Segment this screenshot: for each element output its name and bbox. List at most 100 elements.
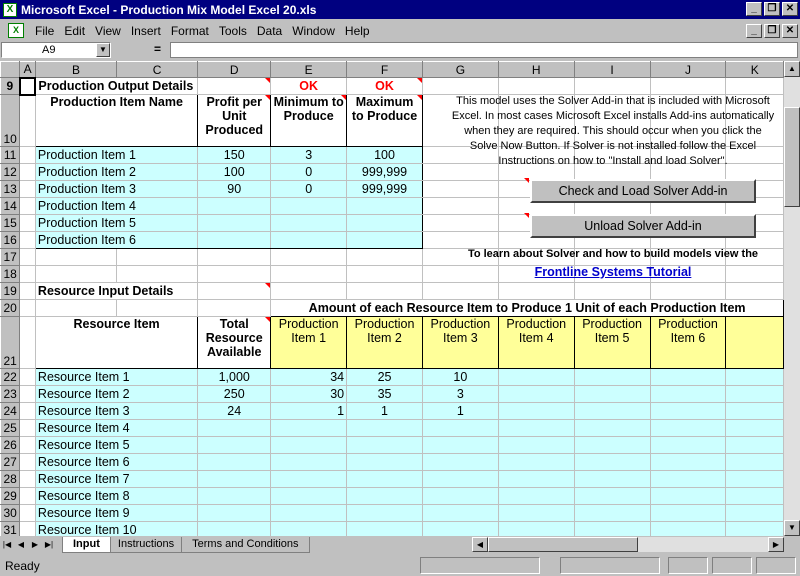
usage-cell[interactable] [270,487,348,505]
cell[interactable] [649,282,727,300]
row-header[interactable]: 23 [0,385,21,403]
cell[interactable] [497,282,575,300]
min-cell[interactable] [270,197,348,215]
resource-name-cell[interactable]: Resource Item 9 [34,504,199,522]
row-header[interactable]: 19 [0,282,21,300]
usage-cell[interactable] [649,470,727,488]
tab-input[interactable]: Input [62,536,111,553]
usage-cell[interactable] [421,470,499,488]
profit-cell[interactable]: 100 [197,163,272,181]
resource-total-cell[interactable]: 24 [197,402,272,420]
usage-cell[interactable]: 30 [270,385,348,403]
col-header-b[interactable]: B [34,61,118,78]
cell[interactable] [19,299,36,317]
cell[interactable] [19,197,36,215]
profit-cell[interactable] [197,197,272,215]
usage-cell[interactable] [497,385,575,403]
min-cell[interactable]: 3 [270,146,348,164]
usage-cell[interactable] [346,453,423,471]
resource-total-cell[interactable] [197,487,272,505]
cell[interactable] [649,77,727,95]
usage-cell[interactable] [573,402,651,420]
menu-tools[interactable]: Tools [214,24,252,38]
menu-file[interactable]: File [30,24,59,38]
product-name-cell[interactable]: Production Item 4 [34,197,199,215]
cell[interactable] [270,265,348,283]
usage-cell[interactable] [725,436,784,454]
cell[interactable] [19,504,36,522]
usage-cell[interactable] [649,504,727,522]
usage-cell[interactable] [649,453,727,471]
max-cell[interactable]: 100 [346,146,423,164]
cell[interactable] [197,265,272,283]
row-header[interactable]: 24 [0,402,21,420]
cell[interactable] [19,453,36,471]
usage-cell[interactable] [725,419,784,437]
col-header-h[interactable]: H [497,61,575,78]
cell[interactable] [19,385,36,403]
usage-cell[interactable] [497,419,575,437]
cell[interactable] [421,282,499,300]
usage-cell[interactable] [725,470,784,488]
row-header[interactable]: 20 [0,299,21,317]
cell[interactable] [34,248,118,266]
cell[interactable] [197,77,272,95]
cell[interactable] [421,231,499,249]
cell[interactable] [19,282,36,300]
row-header[interactable]: 29 [0,487,21,505]
usage-cell[interactable] [649,487,727,505]
usage-cell[interactable] [573,436,651,454]
cell[interactable] [497,77,575,95]
row-header[interactable]: 25 [0,419,21,437]
h-scroll-thumb[interactable] [488,537,638,552]
usage-cell[interactable] [649,368,727,386]
usage-cell[interactable] [573,487,651,505]
cell[interactable] [573,282,651,300]
cell[interactable] [19,163,36,181]
resource-total-cell[interactable] [197,504,272,522]
cell[interactable] [197,248,272,266]
resource-total-cell[interactable] [197,419,272,437]
row-header[interactable]: 28 [0,470,21,488]
usage-cell[interactable] [497,402,575,420]
cell[interactable] [19,419,36,437]
resource-name-cell[interactable]: Resource Item 6 [34,453,199,471]
usage-cell[interactable] [725,504,784,522]
row-header[interactable]: 18 [0,265,21,283]
usage-cell[interactable]: 35 [346,385,423,403]
usage-cell[interactable] [573,470,651,488]
usage-cell[interactable] [270,521,348,536]
usage-cell[interactable] [573,368,651,386]
usage-cell[interactable] [346,487,423,505]
horizontal-scrollbar[interactable]: ◀ ▶ [472,537,784,552]
usage-cell[interactable] [346,419,423,437]
usage-cell[interactable] [649,402,727,420]
col-header-e[interactable]: E [270,61,348,78]
row-header[interactable]: 22 [0,368,21,386]
usage-cell[interactable]: 1 [421,402,499,420]
workbook-icon[interactable]: X [8,23,24,38]
cell[interactable] [19,521,36,536]
tab-terms[interactable]: Terms and Conditions [181,536,310,553]
usage-cell[interactable] [421,419,499,437]
menu-edit[interactable]: Edit [59,24,90,38]
doc-restore-button[interactable]: ❐ [764,24,780,38]
row-header[interactable]: 14 [0,197,21,215]
resource-total-cell[interactable]: 1,000 [197,368,272,386]
max-cell[interactable] [346,231,423,249]
usage-cell[interactable] [497,368,575,386]
doc-close-button[interactable]: ✕ [782,24,798,38]
row-header[interactable]: 26 [0,436,21,454]
doc-minimize-button[interactable]: _ [746,24,762,38]
menu-format[interactable]: Format [166,24,214,38]
resource-name-cell[interactable]: Resource Item 5 [34,436,199,454]
scroll-thumb[interactable] [784,107,800,207]
max-cell[interactable]: 999,999 [346,180,423,198]
usage-cell[interactable] [497,470,575,488]
menu-window[interactable]: Window [287,24,340,38]
usage-cell[interactable] [270,419,348,437]
usage-cell[interactable] [497,521,575,536]
cell[interactable] [116,299,199,317]
usage-cell[interactable]: 25 [346,368,423,386]
row-header[interactable]: 10 [0,94,21,147]
